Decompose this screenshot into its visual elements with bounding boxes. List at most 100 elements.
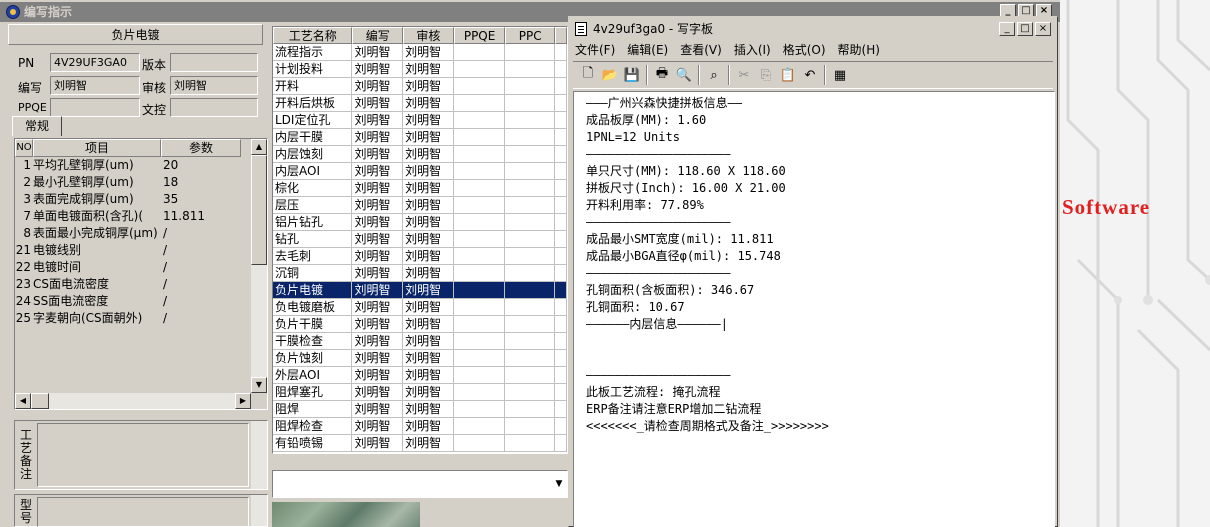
grid-cell-extra [555, 180, 567, 197]
grid-row[interactable]: 阻焊塞孔 刘明智 刘明智 [273, 384, 567, 401]
author-field[interactable]: 刘明智 [50, 76, 140, 95]
wordpad-minimize-button[interactable]: _ [999, 22, 1015, 36]
hscroll-thumb[interactable] [31, 393, 49, 409]
grid-row[interactable]: 内层蚀刻 刘明智 刘明智 [273, 146, 567, 163]
datetime-icon[interactable]: ▦ [829, 64, 851, 86]
grid-row[interactable]: 阻焊 刘明智 刘明智 [273, 401, 567, 418]
grid-row[interactable]: LDI定位孔 刘明智 刘明智 [273, 112, 567, 129]
grid-row[interactable]: 负片干膜 刘明智 刘明智 [273, 316, 567, 333]
new-icon[interactable]: 🗋 [577, 64, 599, 86]
params-row[interactable]: 24 SS面电流密度 / [15, 293, 267, 310]
col-header-item[interactable]: 项目 [33, 139, 161, 157]
col-header-value[interactable]: 参数 [161, 139, 241, 157]
grid-row[interactable]: 阻焊检查 刘明智 刘明智 [273, 418, 567, 435]
params-row[interactable]: 7 单面电镀面积(含孔)(11.811 [15, 208, 267, 225]
params-row[interactable]: 1 平均孔壁铜厚(um) 20 [15, 157, 267, 174]
params-hscroll[interactable]: ◀ ▶ [15, 393, 251, 409]
grid-col-author[interactable]: 编写 [352, 27, 404, 44]
undo-icon[interactable]: ↶ [799, 64, 821, 86]
grid-cell-ppc [505, 61, 556, 78]
document-line: ERP备注请注意ERP增加二钻流程 [586, 402, 762, 416]
tab-general[interactable]: 常规 [12, 116, 62, 136]
grid-col-process[interactable]: 工艺名称 [273, 27, 353, 44]
scroll-down-icon[interactable]: ▼ [251, 377, 267, 393]
menu-item[interactable]: 插入(I) [734, 41, 771, 58]
toolbar-separator [728, 65, 730, 85]
scroll-thumb[interactable] [251, 155, 267, 265]
find-icon[interactable]: ⌕ [703, 64, 725, 86]
menu-item[interactable]: 格式(O) [783, 41, 826, 58]
print-preview-icon[interactable]: 🔍 [673, 64, 695, 86]
menu-item[interactable]: 编辑(E) [627, 41, 668, 58]
params-row[interactable]: 23 CS面电流密度 / [15, 276, 267, 293]
grid-row[interactable]: 开料 刘明智 刘明智 [273, 78, 567, 95]
menu-item[interactable]: 帮助(H) [838, 41, 880, 58]
grid-row[interactable]: 计划投料 刘明智 刘明智 [273, 61, 567, 78]
paste-icon[interactable]: 📋 [777, 64, 799, 86]
grid-row[interactable]: 钻孔 刘明智 刘明智 [273, 231, 567, 248]
grid-cell-extra [555, 299, 567, 316]
grid-row[interactable]: 负片电镀 刘明智 刘明智 [273, 282, 567, 299]
grid-input-box[interactable]: ▼ [272, 470, 568, 498]
grid-cell-author: 刘明智 [352, 265, 404, 282]
grid-row[interactable]: 内层干膜 刘明智 刘明智 [273, 129, 567, 146]
reviewer-field[interactable]: 刘明智 [170, 76, 258, 95]
print-icon[interactable]: 🖶 [651, 64, 673, 86]
grid-row[interactable]: 负片蚀刻 刘明智 刘明智 [273, 350, 567, 367]
save-icon[interactable]: 💾 [621, 64, 643, 86]
grid-cell-process: 去毛刺 [273, 248, 353, 265]
params-row[interactable]: 21 电镀线别 / [15, 242, 267, 259]
params-row[interactable]: 8 表面最小完成铜厚(μm) / [15, 225, 267, 242]
params-row[interactable]: 22 电镀时间 / [15, 259, 267, 276]
menu-item[interactable]: 查看(V) [680, 41, 722, 58]
grid-col-reviewer[interactable]: 审核 [403, 27, 454, 44]
grid-row[interactable]: 层压 刘明智 刘明智 [273, 197, 567, 214]
grid-cell-ppc [505, 129, 556, 146]
grid-row[interactable]: 流程指示 刘明智 刘明智 [273, 44, 567, 61]
toolbar-separator [824, 65, 826, 85]
grid-col-ppc[interactable]: PPC [505, 27, 556, 44]
scroll-up-icon[interactable]: ▲ [251, 139, 267, 155]
model-vscroll[interactable] [251, 495, 267, 526]
params-row[interactable]: 2 最小孔壁铜厚(um) 18 [15, 174, 267, 191]
grid-row[interactable]: 有铅喷锡 刘明智 刘明智 [273, 435, 567, 452]
grid-row[interactable]: 外层AOI 刘明智 刘明智 [273, 367, 567, 384]
wordpad-close-button[interactable]: × [1035, 22, 1051, 36]
model-field[interactable] [37, 497, 249, 527]
wordpad-document[interactable]: ———广州兴森快捷拼板信息—— 成品板厚(MM): 1.60 1PNL=12 Uni… [573, 91, 1055, 527]
menu-item[interactable]: 文件(F) [575, 41, 615, 58]
copy-icon[interactable]: ⎘ [755, 64, 777, 86]
pn-field[interactable]: 4V29UF3GA0 [50, 53, 140, 72]
grid-row[interactable]: 沉铜 刘明智 刘明智 [273, 265, 567, 282]
params-vscroll[interactable]: ▲ ▼ [251, 139, 267, 393]
grid-col-extra[interactable] [555, 27, 567, 44]
version-field[interactable] [170, 53, 258, 72]
params-row[interactable]: 25 字麦朝向(CS面朝外) / [15, 310, 267, 327]
cut-icon[interactable]: ✂ [733, 64, 755, 86]
grid-row[interactable]: 去毛刺 刘明智 刘明智 [273, 248, 567, 265]
scroll-right-icon[interactable]: ▶ [235, 393, 251, 409]
wordpad-title-bar[interactable]: 4v29uf3ga0 - 写字板 _ □ × [571, 19, 1055, 39]
scroll-left-icon[interactable]: ◀ [15, 393, 31, 409]
grid-row[interactable]: 棕化 刘明智 刘明智 [273, 180, 567, 197]
wordpad-title: 4v29uf3ga0 - 写字板 [593, 22, 714, 36]
remark-field[interactable] [37, 423, 249, 487]
grid-body: 流程指示 刘明智 刘明智 计划投料 刘明智 刘明智 开料 刘明智 刘明智 开料后烘板 刘明智 刘明智 L… [273, 44, 567, 452]
grid-row[interactable]: 负电镀磨板 刘明智 刘明智 [273, 299, 567, 316]
ppqe-field[interactable] [50, 98, 140, 117]
grid-row[interactable]: 干膜检查 刘明智 刘明智 [273, 333, 567, 350]
col-header-no[interactable]: NO [15, 139, 33, 157]
grid-row[interactable]: 开料后烘板 刘明智 刘明智 [273, 95, 567, 112]
grid-row[interactable]: 铝片钻孔 刘明智 刘明智 [273, 214, 567, 231]
params-row[interactable]: 3 表面完成铜厚(um) 35 [15, 191, 267, 208]
wordpad-maximize-button[interactable]: □ [1017, 22, 1033, 36]
doc-control-field[interactable] [170, 98, 258, 117]
open-icon[interactable]: 📂 [599, 64, 621, 86]
grid-cell-reviewer: 刘明智 [403, 95, 454, 112]
dropdown-icon[interactable]: ▼ [553, 476, 565, 492]
grid-row[interactable]: 内层AOI 刘明智 刘明智 [273, 163, 567, 180]
grid-cell-reviewer: 刘明智 [403, 265, 454, 282]
remark-vscroll[interactable] [251, 421, 267, 489]
grid-col-ppqe[interactable]: PPQE [453, 27, 506, 44]
